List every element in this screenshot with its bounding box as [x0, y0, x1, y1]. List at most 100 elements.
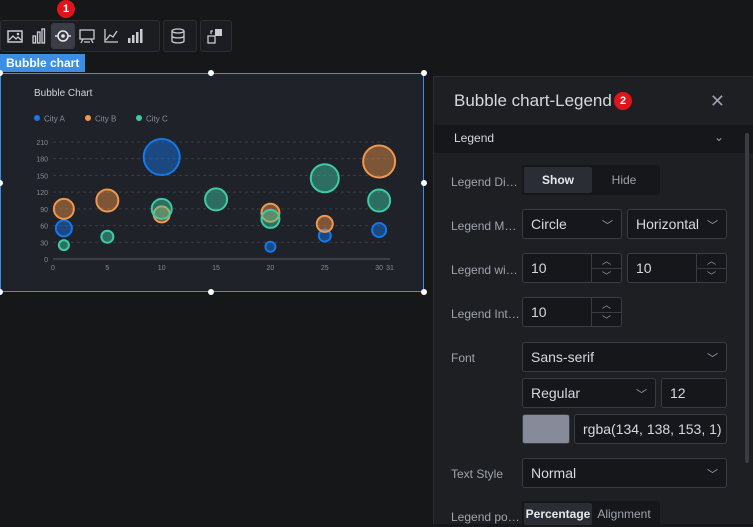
legend-mark-3 [136, 115, 142, 121]
resize-handle-bl[interactable] [0, 289, 3, 295]
font-size-input[interactable]: 12 [661, 378, 727, 408]
bubble-city-a [142, 138, 181, 177]
bubble-city-c [309, 163, 340, 194]
resize-handle-br[interactable] [421, 289, 427, 295]
bubble-city-c [260, 208, 281, 229]
chevron-down-icon: ﹀ [636, 389, 647, 401]
chevron-down-icon: ﹀ [707, 353, 718, 365]
y-tick-label: 60 [40, 224, 48, 231]
legend-interval-input[interactable]: 10 ︿ ﹀ [522, 297, 622, 327]
legend-interval-label: Legend Interval [451, 307, 521, 321]
height-stepper[interactable]: ︿ ﹀ [696, 254, 726, 282]
x-tick-label: 31 [386, 265, 394, 272]
show-option[interactable]: Show [524, 167, 592, 193]
percentage-option[interactable]: Percentage [524, 503, 592, 525]
dashboard-icon[interactable] [75, 23, 99, 49]
bubble-chart-widget[interactable]: Bubble Chart City A City B City C 0 30 60 90 120… [0, 73, 424, 292]
section-label: Legend [454, 131, 495, 145]
y-tick-label: 0 [44, 257, 48, 264]
font-color-value: rgba(134, 138, 153, 1) [583, 421, 722, 437]
y-tick-label: 120 [36, 190, 48, 197]
legend-section-header[interactable]: Legend ⌄ [434, 125, 753, 153]
font-color-input[interactable]: rgba(134, 138, 153, 1) [574, 414, 727, 444]
bubble-city-c [204, 187, 229, 212]
alignment-option[interactable]: Alignment [592, 503, 656, 525]
bubble-target-icon[interactable] [51, 23, 75, 49]
y-tick-label: 180 [36, 157, 48, 164]
y-tick-label: 90 [40, 207, 48, 214]
panel-title: Bubble chart-Legend [454, 91, 612, 110]
bubble-city-b [95, 188, 120, 213]
bubble-city-b [315, 214, 334, 233]
step-badge-1: 1 [57, 0, 75, 18]
increment-icon[interactable]: ︿ [697, 254, 726, 269]
font-weight-select[interactable]: Regular ﹀ [522, 378, 656, 408]
x-tick-label: 10 [158, 265, 166, 272]
chevron-down-icon: ﹀ [707, 220, 718, 232]
height-value: 10 [636, 260, 652, 276]
text-style-select[interactable]: Normal ﹀ [522, 458, 727, 488]
font-size-value: 12 [670, 385, 686, 401]
hide-option[interactable]: Hide [592, 167, 656, 193]
decrement-icon[interactable]: ﹀ [592, 269, 621, 283]
resize-handle-b[interactable] [208, 289, 214, 295]
data-toolbar [163, 20, 197, 52]
rising-bars-icon[interactable] [123, 23, 147, 49]
text-style-label: Text Style [451, 467, 504, 481]
resize-handle-r[interactable] [421, 180, 427, 186]
link-transfer-icon[interactable] [203, 23, 227, 49]
bubble-city-b [52, 197, 75, 220]
chart-type-toolbar [0, 20, 160, 52]
legend-label-1: City A [44, 115, 66, 124]
interval-stepper[interactable]: ︿ ﹀ [591, 298, 621, 326]
x-tick-label: 25 [321, 265, 329, 272]
font-label: Font [451, 351, 476, 365]
width-stepper[interactable]: ︿ ﹀ [591, 254, 621, 282]
bubble-city-a [371, 222, 388, 239]
widget-tag[interactable]: Bubble chart [0, 54, 86, 72]
mark-shape-value: Circle [531, 216, 567, 232]
bubble-city-c [57, 239, 70, 252]
chart-title: Bubble Chart [34, 88, 93, 99]
line-axis-icon[interactable] [99, 23, 123, 49]
legend-height-input[interactable]: 10 ︿ ﹀ [627, 253, 727, 283]
increment-icon[interactable]: ︿ [592, 298, 621, 313]
bubble-city-a [54, 219, 73, 238]
resize-handle-t[interactable] [208, 70, 214, 76]
width-value: 10 [531, 260, 547, 276]
image-icon[interactable] [3, 23, 27, 49]
font-color-swatch[interactable] [522, 414, 570, 444]
mark-shape-select[interactable]: Circle ﹀ [522, 209, 622, 239]
y-tick-label: 150 [36, 173, 48, 180]
resize-handle-tr[interactable] [421, 70, 427, 76]
legend-width-label: Legend width [451, 263, 521, 277]
legend-label-3: City C [146, 115, 168, 124]
y-tick-label: 30 [40, 240, 48, 247]
close-icon[interactable]: ✕ [710, 91, 725, 112]
interval-value: 10 [531, 304, 547, 320]
bubble-city-a [264, 240, 277, 253]
legend-width-input[interactable]: 10 ︿ ﹀ [522, 253, 622, 283]
bubble-city-c [150, 197, 173, 220]
bubble-chart: Bubble Chart City A City B City C 0 30 60 90 120… [34, 88, 397, 272]
step-badge-2: 2 [614, 92, 632, 110]
legend-mark-1 [34, 115, 40, 121]
database-icon[interactable] [166, 23, 190, 49]
chevron-down-icon: ﹀ [707, 469, 718, 481]
orientation-select[interactable]: Horizontal ﹀ [627, 209, 727, 239]
legend-position-label: Legend position [451, 510, 521, 524]
x-tick-label: 30 [375, 265, 383, 272]
font-family-select[interactable]: Sans-serif ﹀ [522, 342, 727, 372]
decrement-icon[interactable]: ﹀ [592, 313, 621, 327]
panel-scrollbar[interactable] [745, 133, 749, 463]
legend-position-toggle: Percentage Alignment [522, 501, 660, 527]
x-tick-label: 20 [267, 265, 275, 272]
increment-icon[interactable]: ︿ [592, 254, 621, 269]
bubble-city-b [362, 144, 397, 179]
bubble-city-c [367, 188, 392, 213]
orientation-value: Horizontal [636, 216, 700, 232]
legend-mark-label: Legend Mark [451, 219, 521, 233]
bar-chart-icon[interactable] [27, 23, 51, 49]
font-family-value: Sans-serif [531, 349, 595, 365]
decrement-icon[interactable]: ﹀ [697, 269, 726, 283]
